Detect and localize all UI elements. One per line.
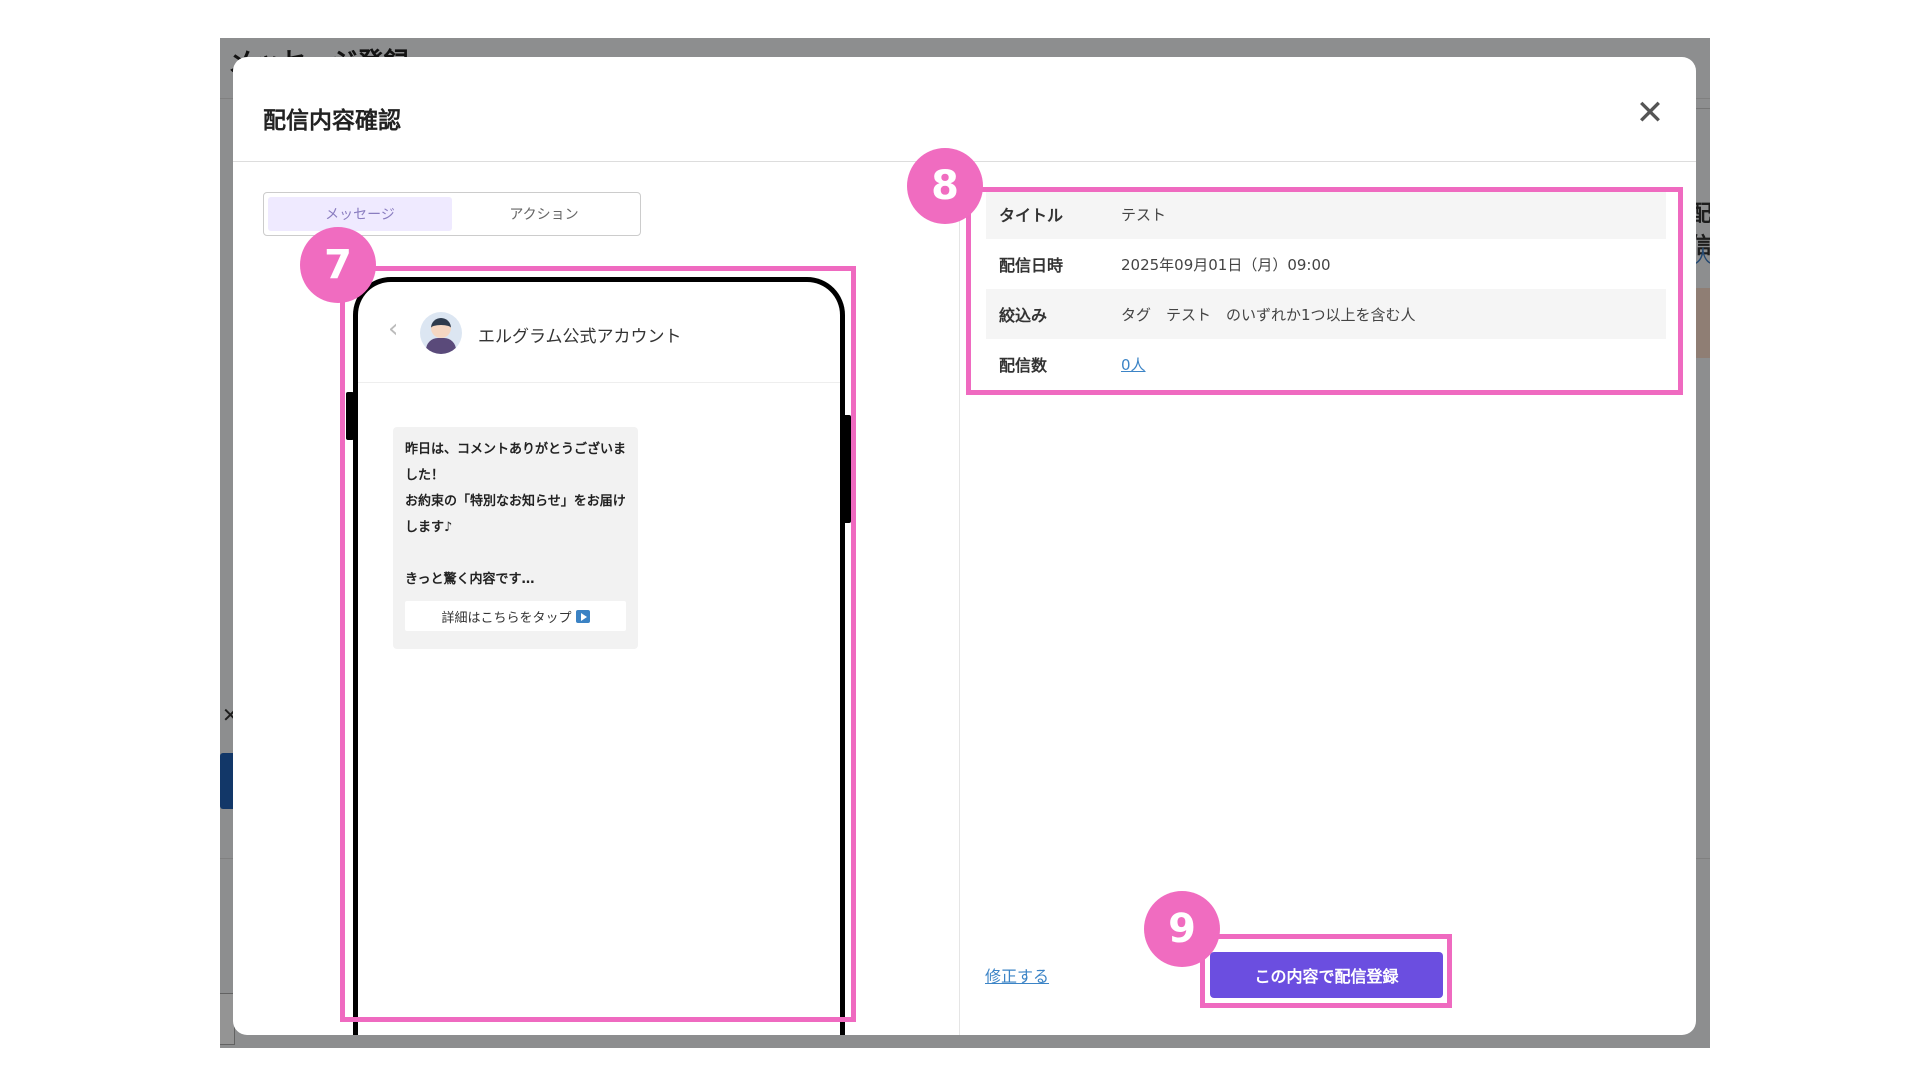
message-detail-label: 詳細はこちらをタップ	[441, 610, 572, 626]
message-detail-button[interactable]: 詳細はこちらをタップ	[405, 601, 626, 631]
delivery-info-table: タイトル テスト 配信日時 2025年09月01日（月）09:00 絞込み タグ…	[986, 189, 1666, 389]
step-badge-7: 7	[300, 227, 376, 303]
edit-link[interactable]: 修正する	[985, 963, 1049, 987]
info-value: テスト	[1121, 205, 1167, 224]
recipient-count-link[interactable]: 0人	[1121, 354, 1146, 375]
info-value: タグ テスト のいずれか1つ以上を含む人	[1121, 305, 1416, 324]
info-label: タイトル	[999, 206, 1064, 225]
info-label: 絞込み	[999, 306, 1048, 325]
tab-message[interactable]: メッセージ	[268, 197, 452, 231]
avatar-body	[426, 338, 456, 354]
play-icon	[575, 609, 590, 623]
avatar-head	[431, 318, 451, 338]
account-name: エルグラム公式アカウント	[478, 327, 682, 347]
submit-delivery-button[interactable]: この内容で配信登録	[1210, 952, 1443, 998]
info-value: 2025年09月01日（月）09:00	[1121, 255, 1331, 274]
info-row-filter: 絞込み タグ テスト のいずれか1つ以上を含む人	[986, 289, 1666, 339]
phone-preview: ‹ エルグラム公式アカウント 昨日は、コメントありがとうございました！ お約束の…	[353, 277, 845, 1035]
modal-title: 配信内容確認	[263, 108, 401, 134]
preview-tabs: メッセージ アクション	[263, 192, 641, 236]
step-badge-8: 8	[907, 148, 983, 224]
info-row-title: タイトル テスト	[986, 189, 1666, 239]
info-label: 配信数	[999, 356, 1048, 375]
tab-action[interactable]: アクション	[452, 197, 636, 231]
chat-header: ‹ エルグラム公式アカウント	[358, 282, 840, 383]
step-badge-9: 9	[1144, 891, 1220, 967]
modal-column-divider	[959, 162, 960, 1035]
avatar	[420, 312, 462, 354]
info-label: 配信日時	[999, 256, 1064, 275]
close-icon[interactable]: ✕	[1632, 95, 1668, 131]
info-row-datetime: 配信日時 2025年09月01日（月）09:00	[986, 239, 1666, 289]
info-row-count: 配信数 0人	[986, 339, 1666, 389]
message-text: 昨日は、コメントありがとうございました！ お約束の「特別なお知らせ」をお届けしま…	[405, 442, 627, 587]
message-bubble: 昨日は、コメントありがとうございました！ お約束の「特別なお知らせ」をお届けしま…	[393, 427, 638, 649]
chevron-left-icon[interactable]: ‹	[388, 314, 398, 344]
